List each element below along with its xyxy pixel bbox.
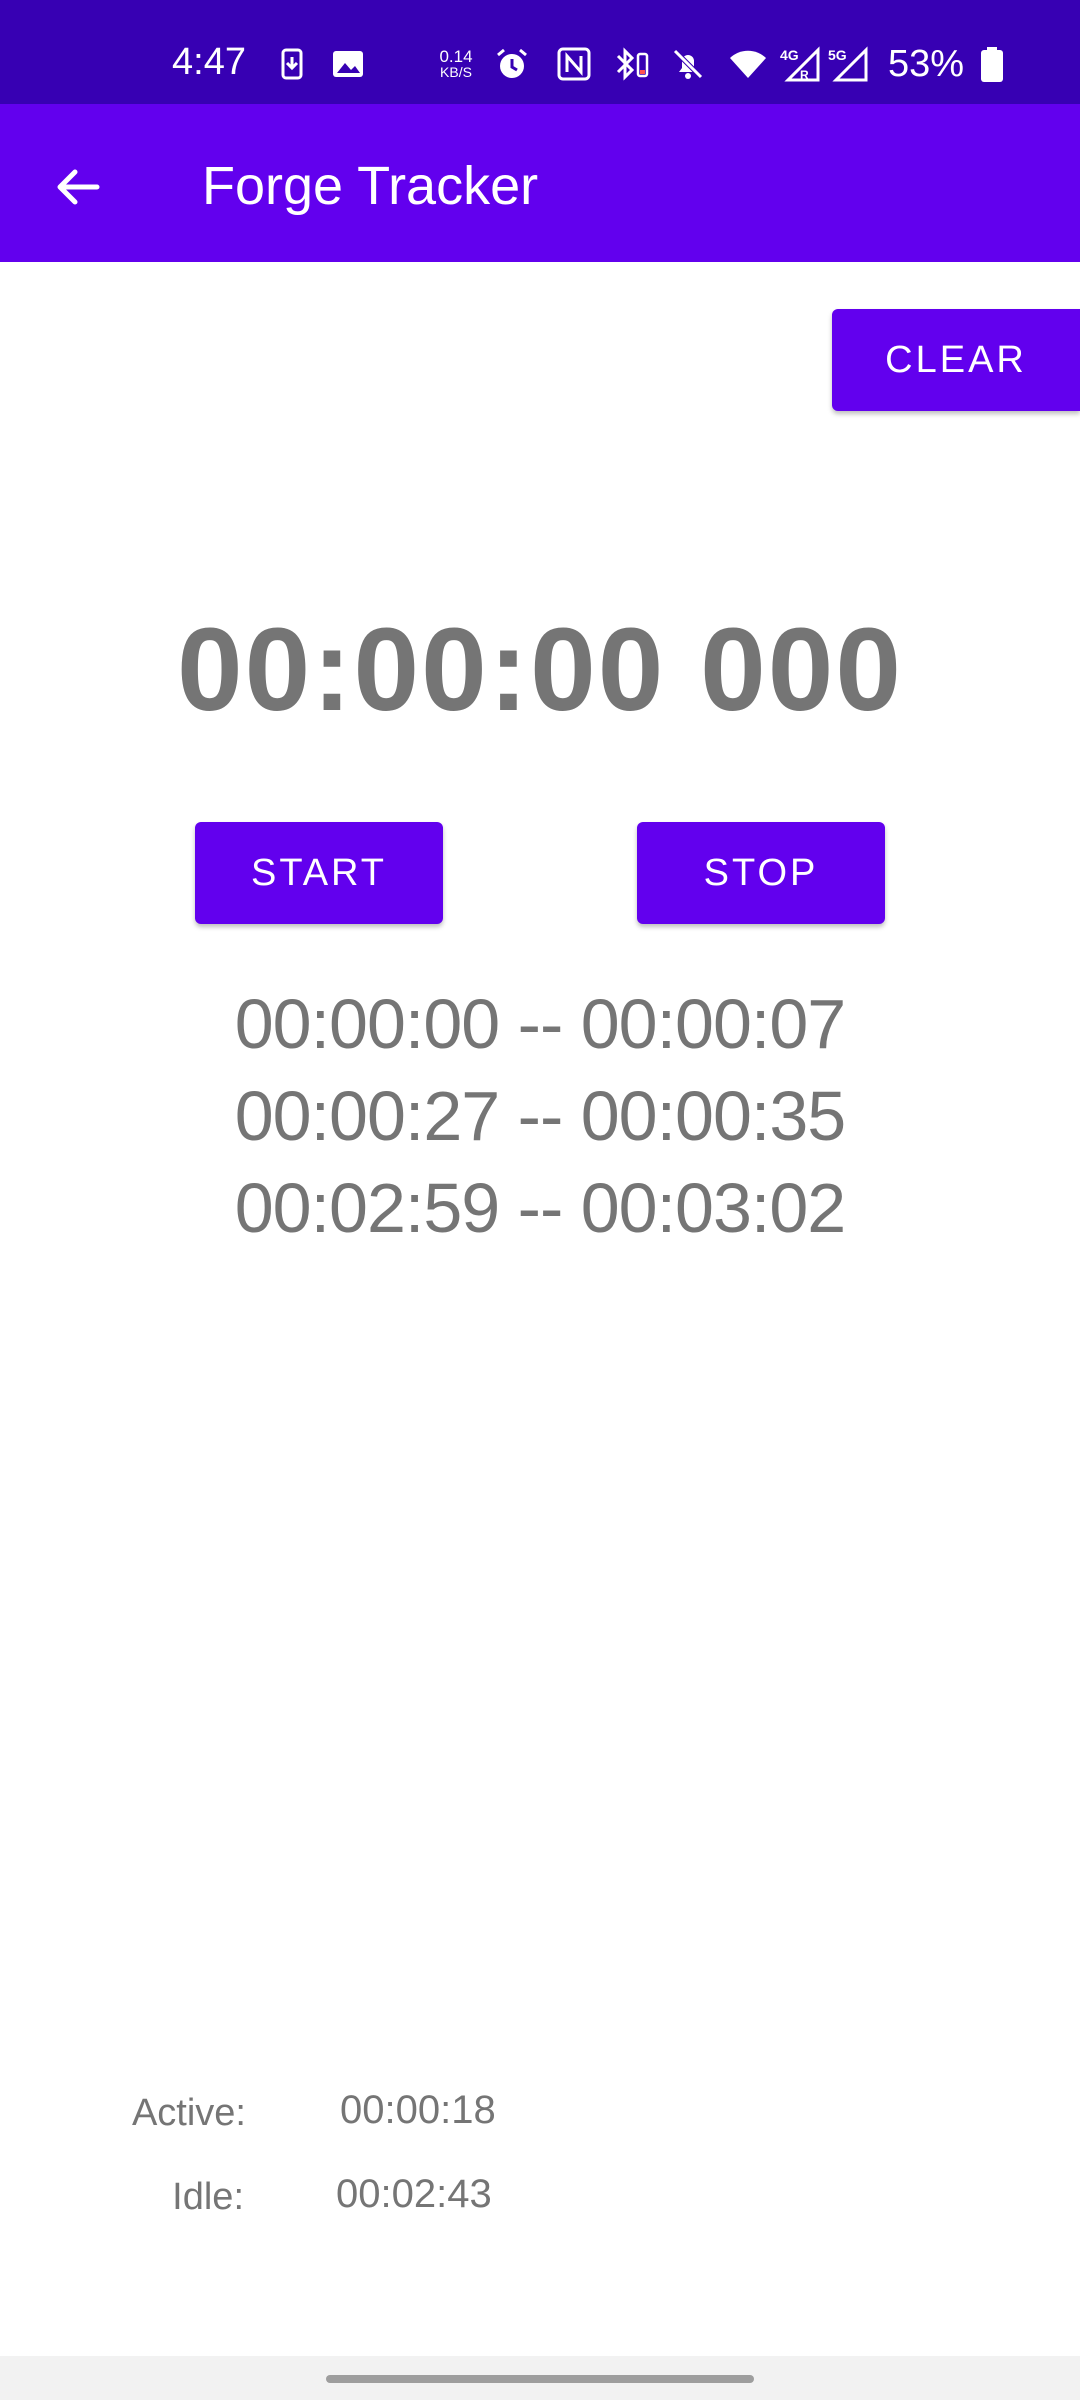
net-speed: 0.14 KB/S xyxy=(430,48,482,79)
image-icon xyxy=(330,46,366,82)
svg-text:R: R xyxy=(800,68,809,82)
svg-text:4G: 4G xyxy=(780,47,799,63)
start-button[interactable]: START xyxy=(195,822,443,924)
back-button[interactable] xyxy=(40,149,116,225)
svg-text:5G: 5G xyxy=(828,47,847,63)
signal-4g-icon: 4G R xyxy=(778,46,822,82)
timer-display: 00:00:00 000 xyxy=(176,604,903,736)
session-row: 00:00:00 -- 00:00:07 xyxy=(234,985,846,1063)
active-label: Active: xyxy=(131,2092,246,2134)
nfc-icon xyxy=(556,46,592,82)
wifi-icon xyxy=(728,46,766,82)
net-speed-value: 0.14 xyxy=(439,47,473,66)
navigation-bar xyxy=(0,2356,1080,2400)
page-title: Forge Tracker xyxy=(202,156,539,216)
session-list: 00:00:00 -- 00:00:07 00:00:27 -- 00:00:3… xyxy=(0,978,1080,1254)
session-row: 00:00:27 -- 00:00:35 xyxy=(234,1077,846,1155)
session-row: 00:02:59 -- 00:03:02 xyxy=(234,1169,846,1247)
app-bar: Forge Tracker xyxy=(0,104,1080,262)
signal-5g-icon: 5G xyxy=(826,46,870,82)
status-bar: 4:47 0.14 KB/S 4G R 5G 53% xyxy=(0,0,1080,104)
idle-label: Idle: xyxy=(172,2176,244,2218)
arrow-back-icon xyxy=(57,169,100,205)
clear-button[interactable]: CLEAR xyxy=(832,309,1080,411)
stop-button[interactable]: STOP xyxy=(637,822,885,924)
idle-value: 00:02:43 xyxy=(336,2172,492,2216)
net-speed-unit: KB/S xyxy=(440,64,472,80)
battery-percent: 53% xyxy=(888,43,965,85)
home-indicator[interactable] xyxy=(326,2375,754,2383)
battery-icon xyxy=(978,46,1006,82)
active-value: 00:00:18 xyxy=(340,2088,496,2132)
alarm-icon xyxy=(494,46,530,82)
status-time: 4:47 xyxy=(172,41,246,83)
mute-bell-icon xyxy=(670,46,706,82)
bluetooth-battery-icon xyxy=(612,46,649,82)
download-icon xyxy=(274,46,310,82)
